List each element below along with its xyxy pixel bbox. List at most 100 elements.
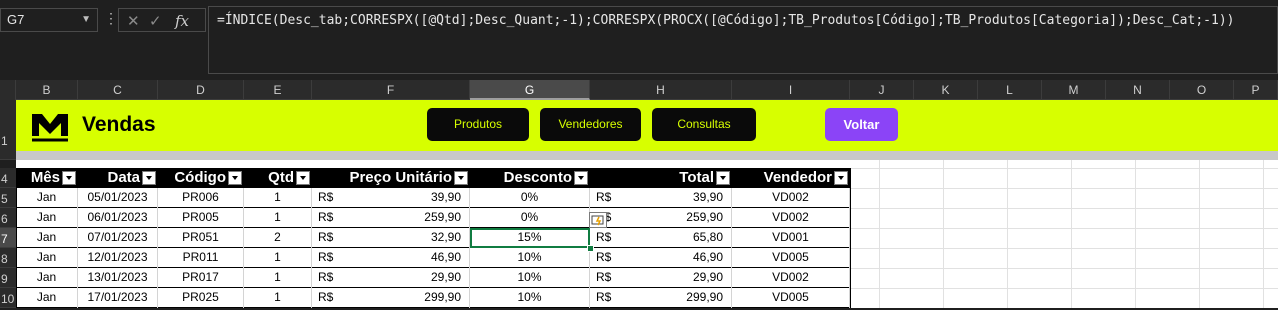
cell-qtd[interactable]: 1 <box>244 188 312 208</box>
column-header-g[interactable]: G <box>470 80 590 100</box>
cell-mes[interactable]: Jan <box>16 288 78 308</box>
cell-vendedor[interactable]: VD001 <box>732 228 850 248</box>
column-title-data: Data <box>107 169 140 186</box>
cell-vendedor[interactable]: VD002 <box>732 268 850 288</box>
cell-mes[interactable]: Jan <box>16 188 78 208</box>
name-box-value: G7 <box>7 12 25 27</box>
column-header-d[interactable]: D <box>158 80 244 100</box>
filter-dropdown-icon[interactable] <box>62 171 76 185</box>
row-header-7[interactable]: 7 <box>0 228 16 248</box>
enter-icon[interactable]: ✓ <box>149 12 162 30</box>
cell-data[interactable]: 17/01/2023 <box>78 288 158 308</box>
formula-input[interactable]: =ÍNDICE(Desc_tab;CORRESPX([@Qtd];Desc_Qu… <box>208 6 1278 74</box>
cell-codigo[interactable]: PR005 <box>158 208 244 228</box>
cell-vendedor[interactable]: VD005 <box>732 248 850 268</box>
cell-mes[interactable]: Jan <box>16 268 78 288</box>
row-header-4[interactable]: 4 <box>0 168 16 188</box>
column-title-qtd: Qtd <box>268 169 294 186</box>
column-header-c[interactable]: C <box>78 80 158 100</box>
cell-codigo[interactable]: PR006 <box>158 188 244 208</box>
fill-handle[interactable] <box>587 245 594 252</box>
row-header-1[interactable]: 1 <box>0 100 16 160</box>
cell-data[interactable]: 12/01/2023 <box>78 248 158 268</box>
column-header-o[interactable]: O <box>1170 80 1234 100</box>
cell-mes[interactable]: Jan <box>16 248 78 268</box>
column-header-b[interactable]: B <box>16 80 78 100</box>
chevron-down-icon[interactable]: ▼ <box>81 9 91 31</box>
cell-preco[interactable]: 29,90 <box>312 268 470 288</box>
column-header-p[interactable]: P <box>1234 80 1278 100</box>
cell-data[interactable]: 07/01/2023 <box>78 228 158 248</box>
filter-dropdown-icon[interactable] <box>296 171 310 185</box>
cell-desconto[interactable]: 10% <box>470 248 590 268</box>
nav-button-consultas[interactable]: Consultas <box>652 108 756 141</box>
currency-symbol: R$ <box>596 190 612 204</box>
cell-preco[interactable]: 39,90 <box>312 188 470 208</box>
name-box[interactable]: G7 ▼ <box>0 8 98 32</box>
cell-codigo[interactable]: PR011 <box>158 248 244 268</box>
cell-qtd[interactable]: 1 <box>244 248 312 268</box>
cell-qtd[interactable]: 1 <box>244 208 312 228</box>
cell-qtd[interactable]: 1 <box>244 288 312 308</box>
filter-dropdown-icon[interactable] <box>574 171 588 185</box>
column-title-total: Total <box>679 169 714 186</box>
cell-codigo[interactable]: PR025 <box>158 288 244 308</box>
insert-function-icon[interactable]: fx <box>175 12 189 30</box>
cell-preco[interactable]: 259,90 <box>312 208 470 228</box>
cell-desconto[interactable]: 15% <box>470 228 590 248</box>
column-header-k[interactable]: K <box>914 80 978 100</box>
column-header-n[interactable]: N <box>1106 80 1170 100</box>
more-options-icon[interactable]: ⋮ <box>104 10 118 27</box>
column-header-m[interactable]: M <box>1042 80 1106 100</box>
cell-mes[interactable]: Jan <box>16 208 78 228</box>
quick-analysis-icon[interactable] <box>589 212 607 228</box>
cell-vendedor[interactable]: VD002 <box>732 208 850 228</box>
empty-cells[interactable] <box>851 160 1278 308</box>
currency-symbol: R$ <box>596 270 612 284</box>
currency-symbol: R$ <box>318 270 334 284</box>
cell-codigo[interactable]: PR051 <box>158 228 244 248</box>
cell-vendedor[interactable]: VD002 <box>732 188 850 208</box>
cell-data[interactable]: 06/01/2023 <box>78 208 158 228</box>
nav-button-produtos[interactable]: Produtos <box>427 108 529 141</box>
cell-desconto[interactable]: 0% <box>470 208 590 228</box>
table-row: Jan 07/01/2023 PR051 2 32,90 R$ 15% 65,80 R$ VD00… <box>16 228 851 248</box>
column-header-j[interactable]: J <box>850 80 914 100</box>
cell-data[interactable]: 05/01/2023 <box>78 188 158 208</box>
column-header-h[interactable]: H <box>590 80 732 100</box>
cell-data[interactable]: 13/01/2023 <box>78 268 158 288</box>
cell-mes[interactable]: Jan <box>16 228 78 248</box>
cell-qtd[interactable]: 1 <box>244 268 312 288</box>
column-header-l[interactable]: L <box>978 80 1042 100</box>
cell-preco[interactable]: 46,90 <box>312 248 470 268</box>
row-header-10[interactable]: 10 <box>0 288 16 308</box>
divider <box>16 151 1278 160</box>
filter-dropdown-icon[interactable] <box>834 171 848 185</box>
cell-desconto[interactable]: 10% <box>470 268 590 288</box>
cell-preco[interactable]: 32,90 <box>312 228 470 248</box>
column-header-i[interactable]: I <box>732 80 850 100</box>
cell-desconto[interactable]: 10% <box>470 288 590 308</box>
row-header-9[interactable]: 9 <box>0 268 16 288</box>
back-button[interactable]: Voltar <box>825 108 898 141</box>
column-header-e[interactable]: E <box>244 80 312 100</box>
cell-vendedor[interactable]: VD005 <box>732 288 850 308</box>
table-row: Jan 05/01/2023 PR006 1 39,90 R$ 0% 39,90 R$ VD002 <box>16 188 851 208</box>
cell-preco[interactable]: 299,90 <box>312 288 470 308</box>
filter-dropdown-icon[interactable] <box>142 171 156 185</box>
page-title: Vendas <box>82 113 156 136</box>
filter-dropdown-icon[interactable] <box>716 171 730 185</box>
row-header-8[interactable]: 8 <box>0 248 16 268</box>
cell-desconto[interactable]: 0% <box>470 188 590 208</box>
row-header-5[interactable]: 5 <box>0 188 16 208</box>
table-row: Jan 13/01/2023 PR017 1 29,90 R$ 10% 29,90 R$ VD00… <box>16 268 851 288</box>
cell-qtd[interactable]: 2 <box>244 228 312 248</box>
nav-button-vendedores[interactable]: Vendedores <box>540 108 641 141</box>
select-all-corner[interactable] <box>0 80 16 100</box>
cancel-icon[interactable]: ✕ <box>127 12 140 30</box>
row-header-6[interactable]: 6 <box>0 208 16 228</box>
cell-codigo[interactable]: PR017 <box>158 268 244 288</box>
filter-dropdown-icon[interactable] <box>454 171 468 185</box>
filter-dropdown-icon[interactable] <box>228 171 242 185</box>
column-header-f[interactable]: F <box>312 80 470 100</box>
